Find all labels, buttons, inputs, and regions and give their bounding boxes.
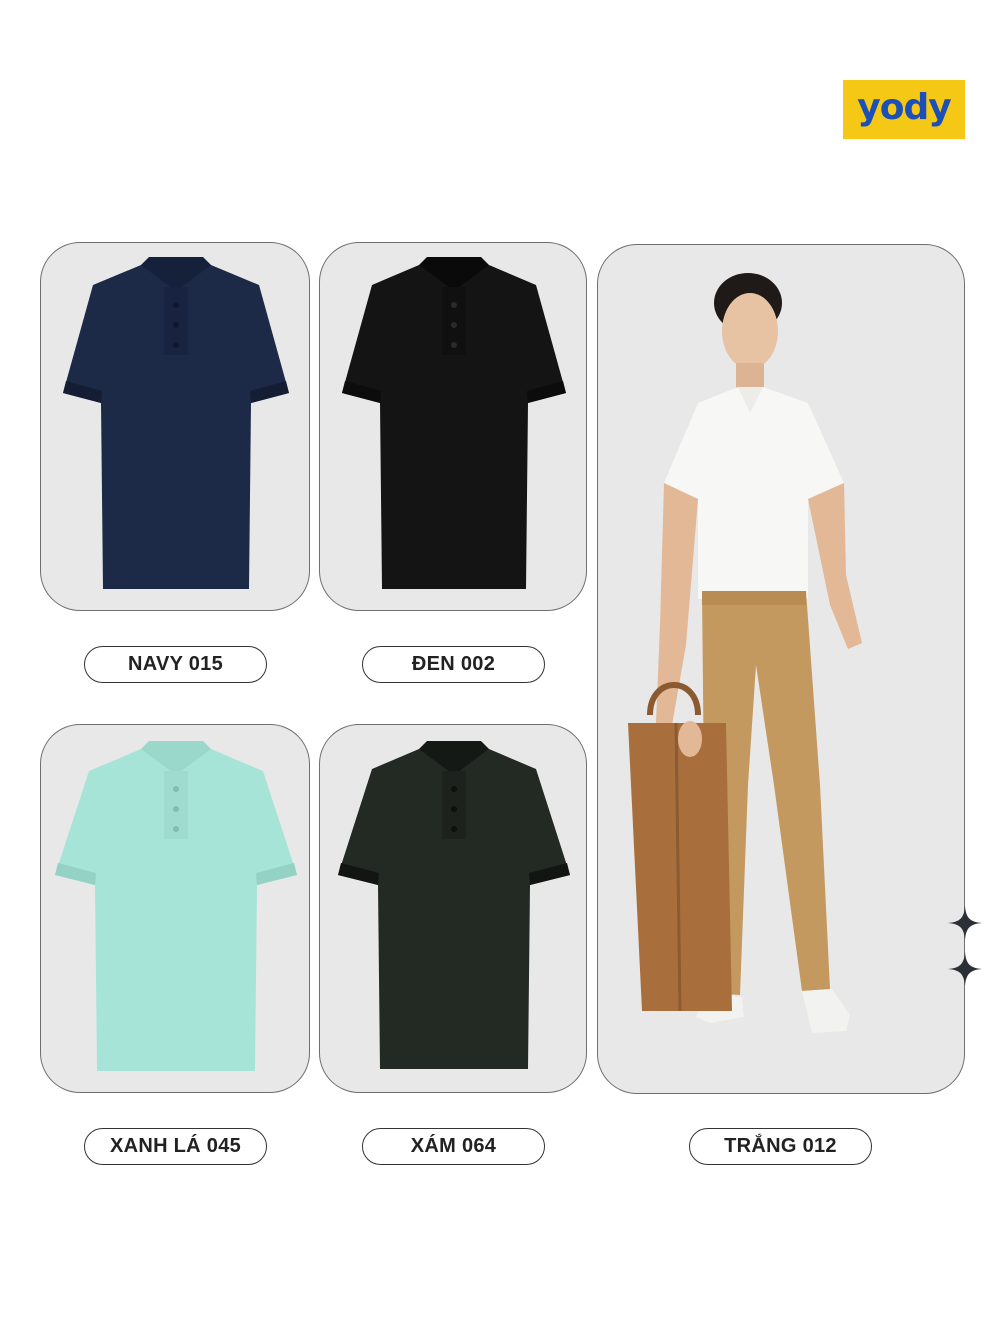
product-card-mint[interactable] xyxy=(40,724,310,1093)
color-label-white[interactable]: TRẮNG 012 xyxy=(689,1128,872,1165)
polo-shirt-image xyxy=(55,741,297,1071)
color-label-gray[interactable]: XÁM 064 xyxy=(362,1128,545,1165)
color-label-text: ĐEN 002 xyxy=(411,653,496,675)
brand-logo: yody xyxy=(843,80,965,139)
product-card-black[interactable] xyxy=(319,242,587,611)
model-photo xyxy=(628,273,862,1033)
color-label-text: XANH LÁ 045 xyxy=(109,1135,242,1157)
brand-logo-text: yody xyxy=(857,87,951,128)
four-point-star-icon xyxy=(948,952,982,986)
color-label-text: XÁM 064 xyxy=(410,1135,497,1157)
polo-shirt-image xyxy=(338,741,570,1069)
product-card-navy[interactable] xyxy=(40,242,310,611)
color-label-black[interactable]: ĐEN 002 xyxy=(362,646,545,683)
color-label-text: NAVY 015 xyxy=(127,653,224,675)
color-label-mint[interactable]: XANH LÁ 045 xyxy=(84,1128,267,1165)
polo-shirt-image xyxy=(342,257,566,589)
polo-shirt-image xyxy=(63,257,289,589)
four-point-star-icon xyxy=(948,906,982,940)
model-card-white[interactable] xyxy=(597,244,965,1094)
color-label-text: TRẮNG 012 xyxy=(724,1135,837,1157)
color-label-navy[interactable]: NAVY 015 xyxy=(84,646,267,683)
product-card-gray[interactable] xyxy=(319,724,587,1093)
